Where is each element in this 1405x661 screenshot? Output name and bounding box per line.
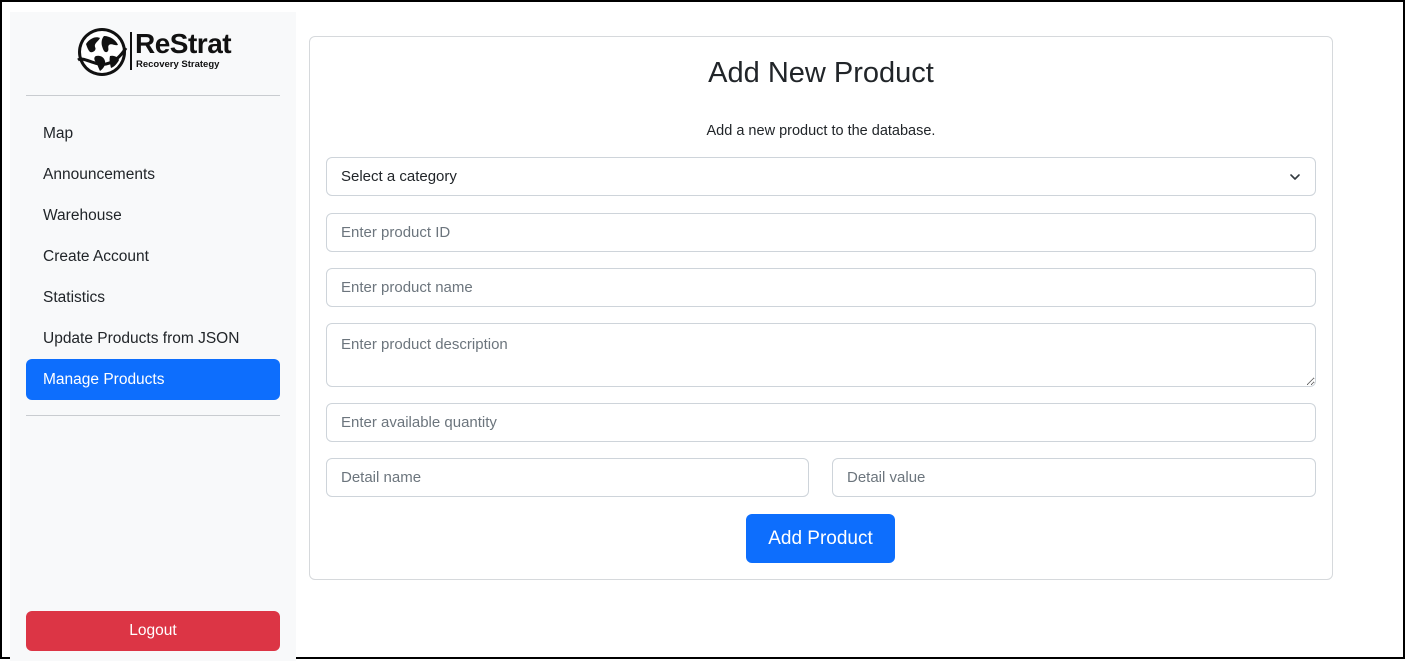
product-name-input[interactable] (326, 268, 1316, 307)
globe-icon (77, 28, 128, 76)
product-id-input[interactable] (326, 213, 1316, 252)
sidebar-item-create-account[interactable]: Create Account (26, 236, 280, 277)
available-quantity-input[interactable] (326, 403, 1316, 442)
add-product-button[interactable]: Add Product (746, 514, 895, 563)
sidebar-divider-top (26, 95, 280, 96)
brand-name: ReStrat (135, 28, 232, 59)
add-product-card: Add New Product Add a new product to the… (309, 36, 1333, 580)
sidebar-item-map[interactable]: Map (26, 113, 280, 154)
sidebar-item-announcements[interactable]: Announcements (26, 154, 280, 195)
sidebar: ReStrat Recovery Strategy Map Announceme… (10, 12, 296, 661)
sidebar-item-statistics[interactable]: Statistics (26, 277, 280, 318)
brand-logo[interactable]: ReStrat Recovery Strategy (76, 26, 236, 78)
sidebar-item-manage-products[interactable]: Manage Products (26, 359, 280, 400)
page-title: Add New Product (708, 57, 934, 89)
page-subtitle: Add a new product to the database. (706, 123, 936, 139)
brand-tagline: Recovery Strategy (136, 59, 220, 70)
detail-value-input[interactable] (832, 458, 1316, 497)
chevron-down-icon (1290, 174, 1300, 180)
logout-button[interactable]: Logout (26, 611, 280, 651)
category-select-value: Select a category (341, 168, 457, 185)
logo-divider (130, 32, 132, 70)
sidebar-item-warehouse[interactable]: Warehouse (26, 195, 280, 236)
product-description-textarea[interactable] (326, 323, 1316, 387)
sidebar-item-update-products-json[interactable]: Update Products from JSON (26, 318, 280, 359)
category-select[interactable]: Select a category (326, 157, 1316, 196)
app-window: ReStrat Recovery Strategy Map Announceme… (0, 0, 1405, 661)
detail-name-input[interactable] (326, 458, 809, 497)
sidebar-divider-bottom (26, 415, 280, 416)
sidebar-nav: Map Announcements Warehouse Create Accou… (26, 113, 280, 400)
